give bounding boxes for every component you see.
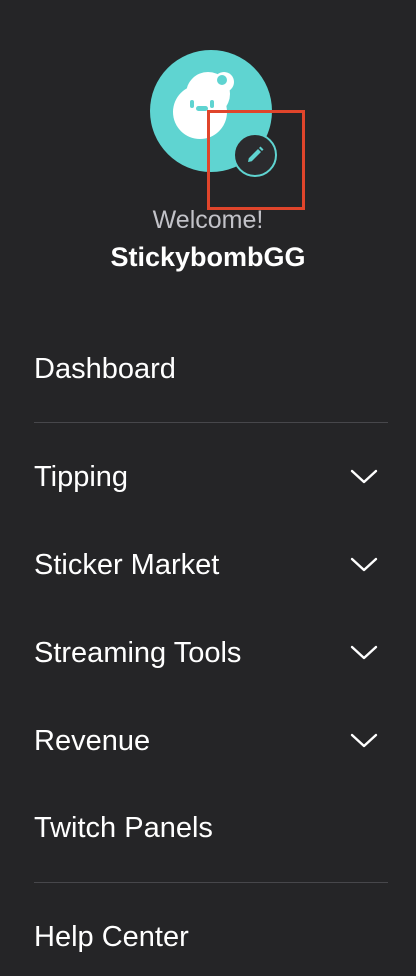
username: StickybombGG [110, 242, 306, 272]
profile-section: Welcome! StickybombGG [0, 0, 416, 300]
menu-item-revenue[interactable]: Revenue [34, 713, 388, 769]
menu-item-label: Sticker Market [34, 548, 220, 581]
menu-item-label: Twitch Panels [34, 811, 213, 844]
menu-item-tipping[interactable]: Tipping [34, 449, 388, 505]
menu-item-label: Revenue [34, 724, 151, 757]
divider [34, 422, 388, 423]
menu-item-twitch-panels[interactable]: Twitch Panels [34, 800, 388, 856]
menu-item-label: Streaming Tools [34, 636, 242, 669]
menu-item-label: Dashboard [34, 352, 176, 385]
chevron-down-icon [350, 557, 378, 572]
chevron-down-icon [350, 733, 378, 748]
chevron-down-icon [350, 469, 378, 484]
menu-item-help-center[interactable]: Help Center [34, 909, 388, 965]
menu-item-label: Help Center [34, 920, 189, 953]
edit-avatar-button[interactable] [233, 133, 277, 177]
divider [34, 882, 388, 883]
menu-item-sticker-market[interactable]: Sticker Market [34, 537, 388, 593]
menu-item-streaming-tools[interactable]: Streaming Tools [34, 625, 388, 681]
menu-item-dashboard[interactable]: Dashboard [34, 341, 388, 397]
menu-item-label: Tipping [34, 460, 129, 493]
pencil-icon [248, 146, 264, 162]
welcome-text: Welcome! [152, 206, 264, 234]
chevron-down-icon [350, 645, 378, 660]
